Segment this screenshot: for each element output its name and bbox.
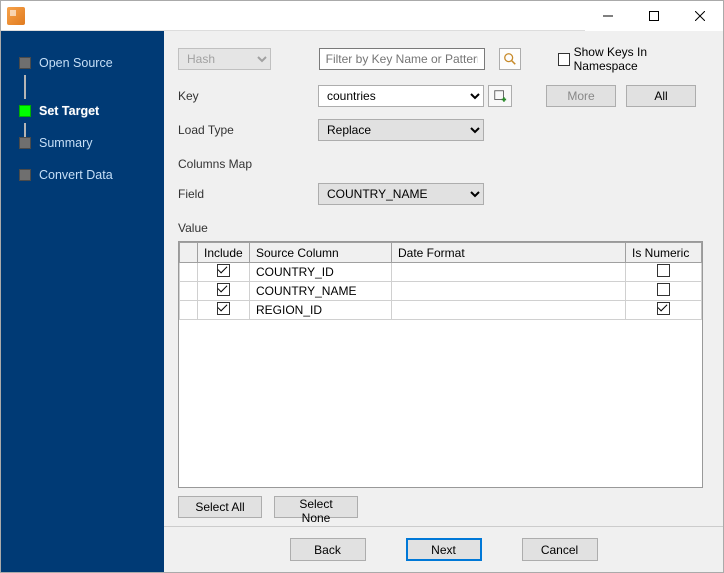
step-convert-data[interactable]: Convert Data xyxy=(1,159,164,191)
cell-isnumeric[interactable] xyxy=(626,301,702,320)
maximize-button[interactable] xyxy=(631,1,677,31)
include-checkbox[interactable] xyxy=(217,283,230,296)
row-header[interactable] xyxy=(180,263,198,282)
value-label: Value xyxy=(178,221,703,235)
isnumeric-checkbox[interactable] xyxy=(657,302,670,315)
isnumeric-checkbox[interactable] xyxy=(657,264,670,277)
step-marker-icon xyxy=(19,169,31,181)
col-dateformat[interactable]: Date Format xyxy=(392,243,626,263)
cell-isnumeric[interactable] xyxy=(626,263,702,282)
step-label: Summary xyxy=(39,136,92,150)
rowheader-corner xyxy=(180,243,198,263)
step-label: Convert Data xyxy=(39,168,113,182)
step-label: Set Target xyxy=(39,104,99,118)
cell-dateformat[interactable] xyxy=(392,282,626,301)
cell-include[interactable] xyxy=(198,282,250,301)
loadtype-label: Load Type xyxy=(178,123,318,137)
wizard-footer: Back Next Cancel xyxy=(164,526,723,572)
window-controls xyxy=(585,1,723,31)
wizard-sidebar: Open Source Set Target Summary Convert D… xyxy=(1,31,164,572)
col-isnumeric[interactable]: Is Numeric xyxy=(626,243,702,263)
cell-dateformat[interactable] xyxy=(392,301,626,320)
add-key-button[interactable] xyxy=(488,85,512,107)
search-button[interactable] xyxy=(499,48,521,70)
include-checkbox[interactable] xyxy=(217,302,230,315)
columns-grid[interactable]: Include Source Column Date Format Is Num… xyxy=(178,241,703,488)
show-keys-checkbox[interactable]: Show Keys In Namespace xyxy=(558,45,703,73)
titlebar xyxy=(1,1,723,31)
cell-source[interactable]: REGION_ID xyxy=(250,301,392,320)
field-label: Field xyxy=(178,187,318,201)
cell-include[interactable] xyxy=(198,301,250,320)
close-button[interactable] xyxy=(677,1,723,31)
col-include[interactable]: Include xyxy=(198,243,250,263)
step-marker-icon xyxy=(19,105,31,117)
step-marker-icon xyxy=(19,57,31,69)
table-row[interactable]: REGION_ID xyxy=(180,301,702,320)
columns-map-label: Columns Map xyxy=(178,157,703,171)
step-summary[interactable]: Summary xyxy=(1,127,164,159)
table-row[interactable]: COUNTRY_ID xyxy=(180,263,702,282)
more-button[interactable]: More xyxy=(546,85,616,107)
type-select[interactable]: Hash xyxy=(178,48,271,70)
all-button[interactable]: All xyxy=(626,85,696,107)
minimize-button[interactable] xyxy=(585,1,631,31)
select-none-button[interactable]: Select None xyxy=(274,496,358,518)
show-keys-checkbox-input[interactable] xyxy=(558,53,570,66)
select-all-button[interactable]: Select All xyxy=(178,496,262,518)
step-set-target[interactable]: Set Target xyxy=(1,95,164,127)
cancel-button[interactable]: Cancel xyxy=(522,538,598,561)
field-select[interactable]: COUNTRY_NAME xyxy=(318,183,484,205)
cell-isnumeric[interactable] xyxy=(626,282,702,301)
cell-dateformat[interactable] xyxy=(392,263,626,282)
next-button[interactable]: Next xyxy=(406,538,482,561)
cell-source[interactable]: COUNTRY_ID xyxy=(250,263,392,282)
key-label: Key xyxy=(178,89,318,103)
step-label: Open Source xyxy=(39,56,113,70)
app-icon xyxy=(7,7,25,25)
table-row[interactable]: COUNTRY_NAME xyxy=(180,282,702,301)
include-checkbox[interactable] xyxy=(217,264,230,277)
step-open-source[interactable]: Open Source xyxy=(1,47,164,79)
show-keys-label: Show Keys In Namespace xyxy=(574,45,703,73)
filter-input[interactable] xyxy=(319,48,485,70)
app-window: Open Source Set Target Summary Convert D… xyxy=(0,0,724,573)
row-header[interactable] xyxy=(180,301,198,320)
isnumeric-checkbox[interactable] xyxy=(657,283,670,296)
key-select[interactable]: countries xyxy=(318,85,484,107)
loadtype-select[interactable]: Replace xyxy=(318,119,484,141)
col-source[interactable]: Source Column xyxy=(250,243,392,263)
back-button[interactable]: Back xyxy=(290,538,366,561)
main-panel: Hash Show Keys In Namespace Key xyxy=(164,31,723,572)
step-marker-icon xyxy=(19,137,31,149)
cell-include[interactable] xyxy=(198,263,250,282)
grid-header-row: Include Source Column Date Format Is Num… xyxy=(180,243,702,263)
row-header[interactable] xyxy=(180,282,198,301)
cell-source[interactable]: COUNTRY_NAME xyxy=(250,282,392,301)
